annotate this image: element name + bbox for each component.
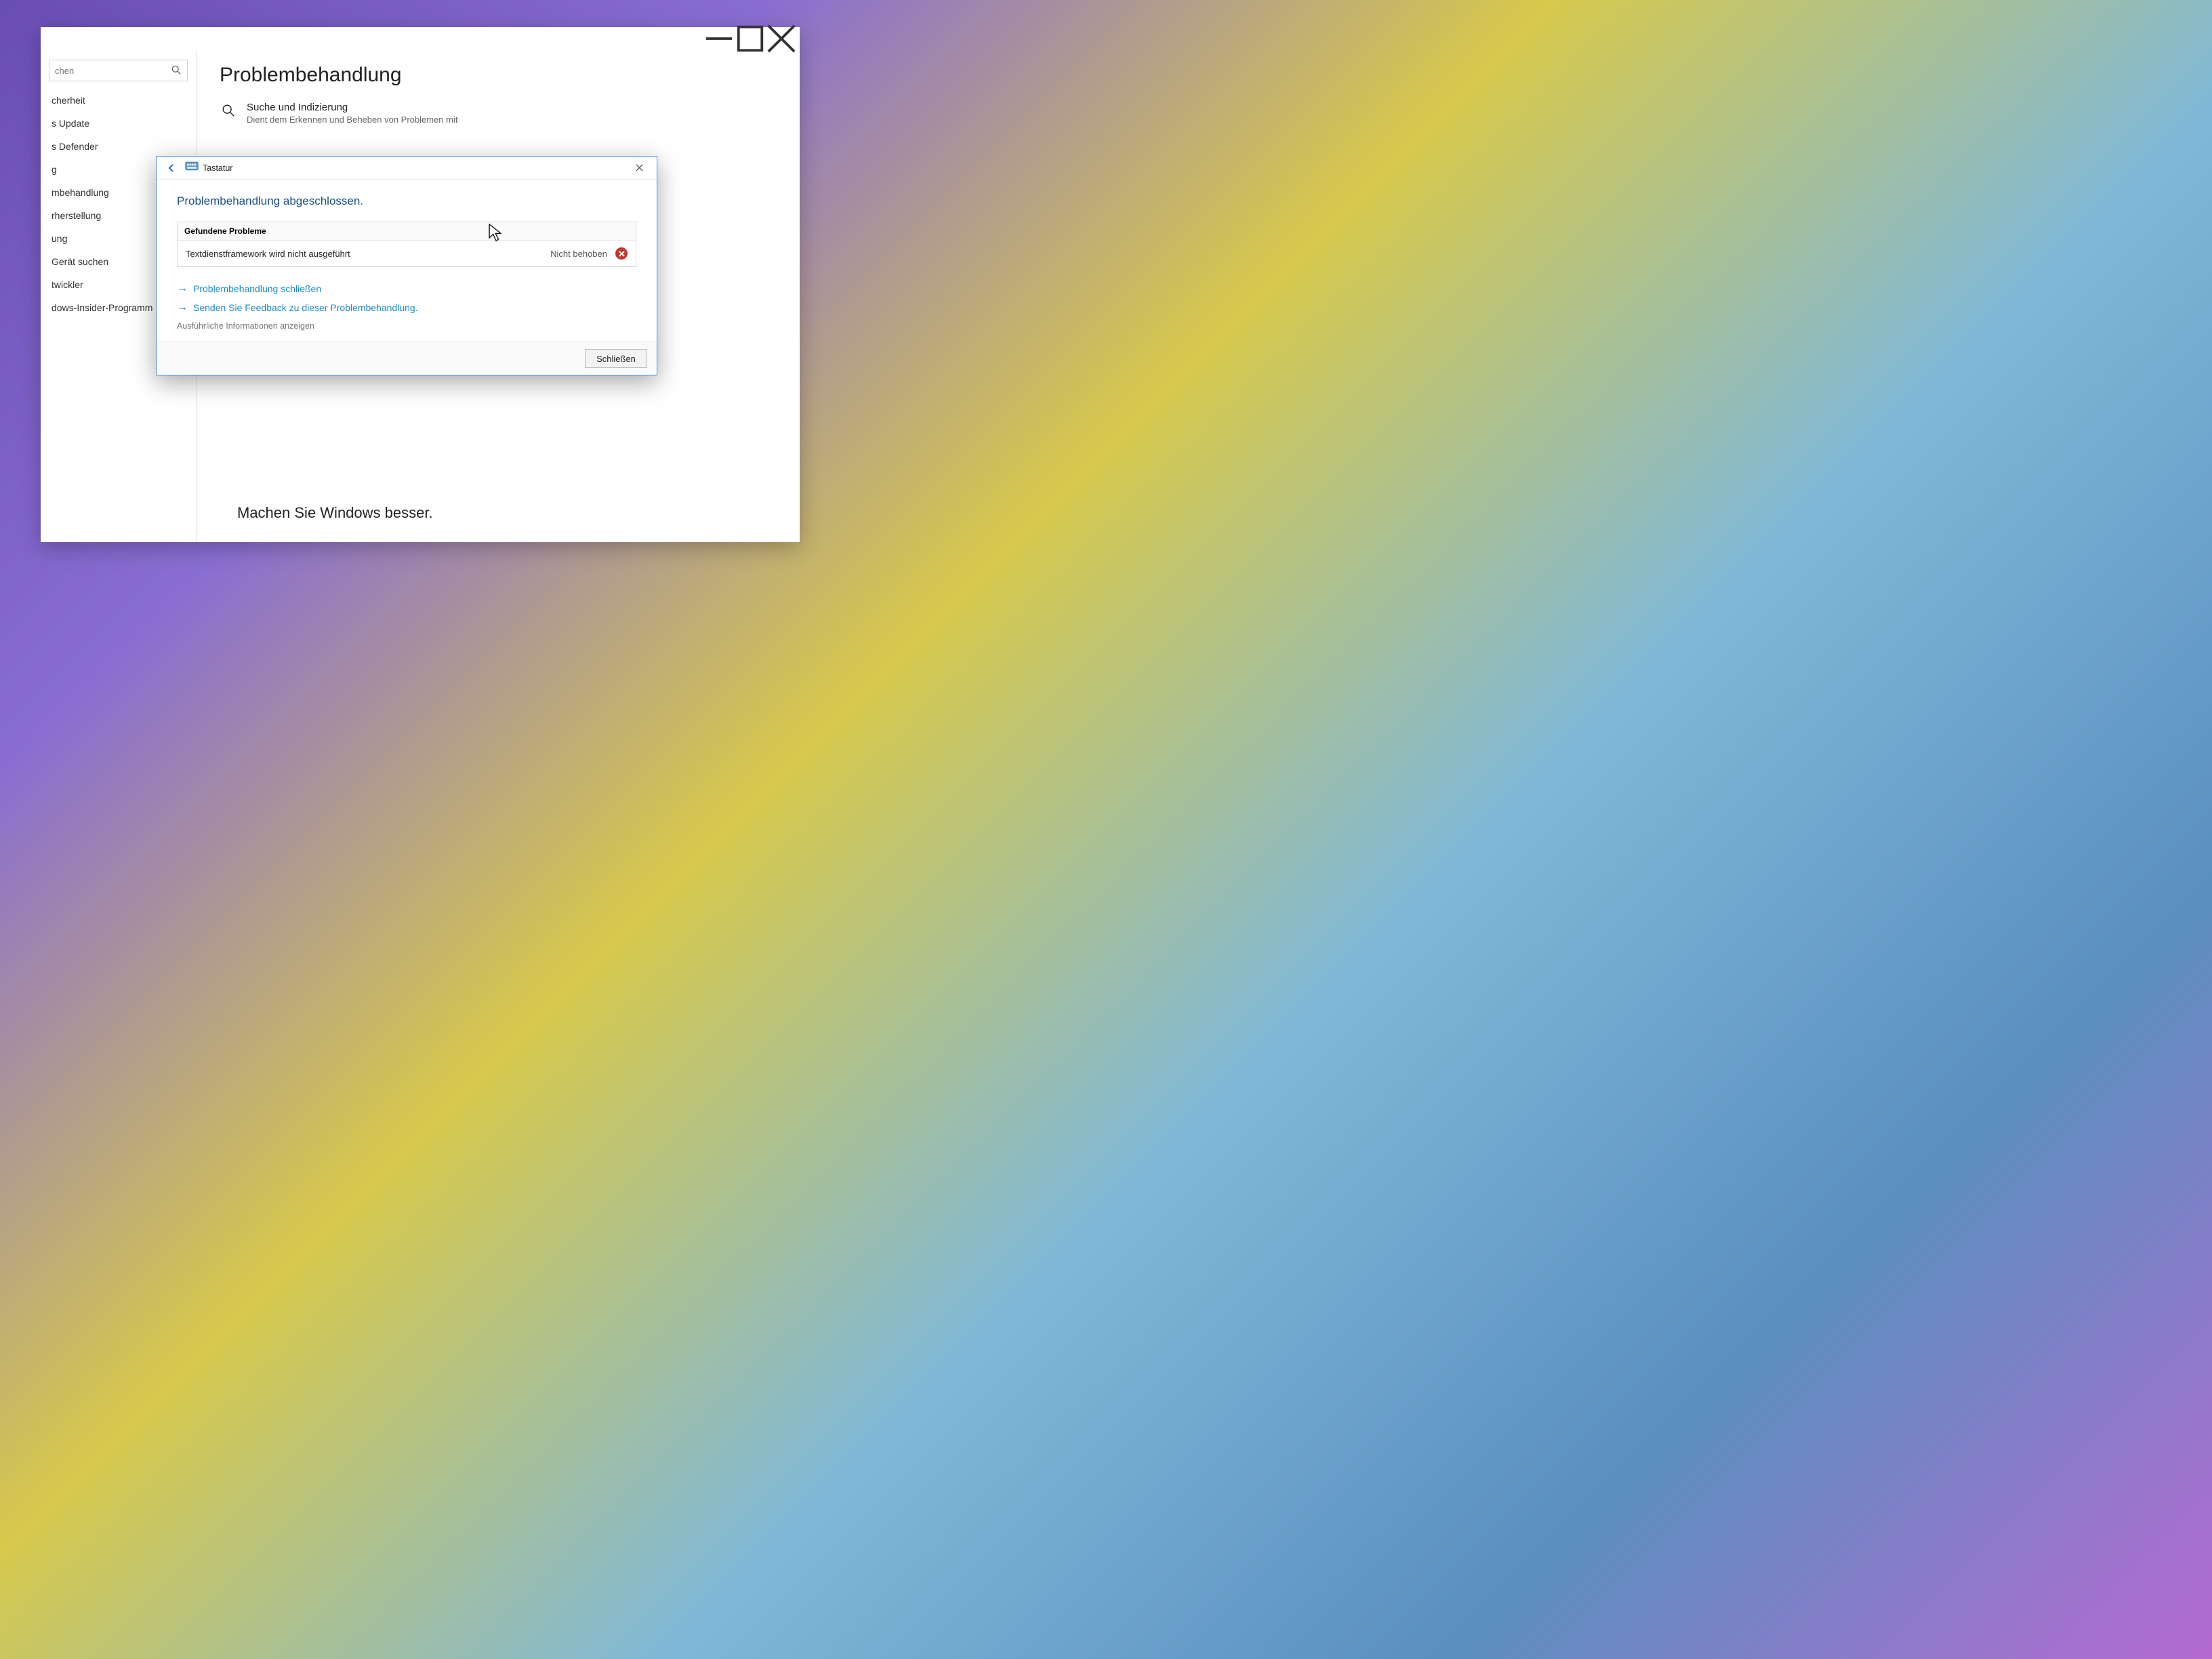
page-title: Problembehandlung (220, 64, 777, 87)
sidebar-item[interactable]: s Defender (41, 136, 196, 157)
link-label: Problembehandlung schließen (193, 283, 321, 294)
dialog-close-button[interactable] (626, 159, 653, 178)
arrow-right-icon: → (177, 283, 188, 294)
dialog-heading: Problembehandlung abgeschlossen. (177, 194, 636, 208)
close-button[interactable] (766, 28, 797, 49)
keyboard-icon (181, 161, 203, 174)
settings-titlebar (41, 27, 800, 50)
found-problems-header: Gefundene Probleme (178, 222, 636, 241)
search-icon (220, 102, 237, 125)
troubleshooter-dialog: Tastatur Problembehandlung abgeschlossen… (156, 156, 657, 375)
dialog-titlebar: Tastatur (157, 157, 657, 180)
troubleshooter-option[interactable]: Suche und Indizierung Dient dem Erkennen… (220, 102, 777, 125)
link-label: Senden Sie Feedback zu dieser Problembeh… (193, 302, 418, 313)
send-feedback-link[interactable]: → Senden Sie Feedback zu dieser Problemb… (177, 298, 636, 317)
problem-name: Textdienstframework wird nicht ausgeführ… (186, 249, 550, 259)
arrow-right-icon: → (177, 302, 188, 313)
found-problems-box: Gefundene Probleme Textdienstframework w… (177, 222, 636, 267)
cursor-icon (488, 224, 503, 243)
close-button-label: Schließen (596, 354, 636, 364)
dialog-title: Tastatur (203, 163, 626, 173)
error-icon (615, 247, 628, 260)
show-details-link[interactable]: Ausführliche Informationen anzeigen (177, 321, 636, 331)
sidebar-item[interactable]: cherheit (41, 89, 196, 111)
close-button[interactable]: Schließen (585, 349, 647, 368)
sidebar-item[interactable]: s Update (41, 112, 196, 134)
search-icon (171, 64, 182, 77)
footer-cta: Machen Sie Windows besser. (237, 504, 433, 522)
settings-search-text: chen (55, 66, 171, 76)
settings-search-input[interactable]: chen (49, 60, 188, 81)
maximize-button[interactable] (735, 28, 766, 49)
minimize-button[interactable] (703, 28, 735, 49)
back-button[interactable] (162, 159, 181, 178)
dialog-footer: Schließen (157, 342, 657, 375)
option-desc: Dient dem Erkennen und Beheben von Probl… (247, 115, 457, 125)
found-problem-row[interactable]: Textdienstframework wird nicht ausgeführ… (178, 241, 636, 266)
close-troubleshooter-link[interactable]: → Problembehandlung schließen (177, 279, 636, 298)
problem-status: Nicht behoben (550, 249, 607, 259)
option-title: Suche und Indizierung (247, 102, 457, 113)
